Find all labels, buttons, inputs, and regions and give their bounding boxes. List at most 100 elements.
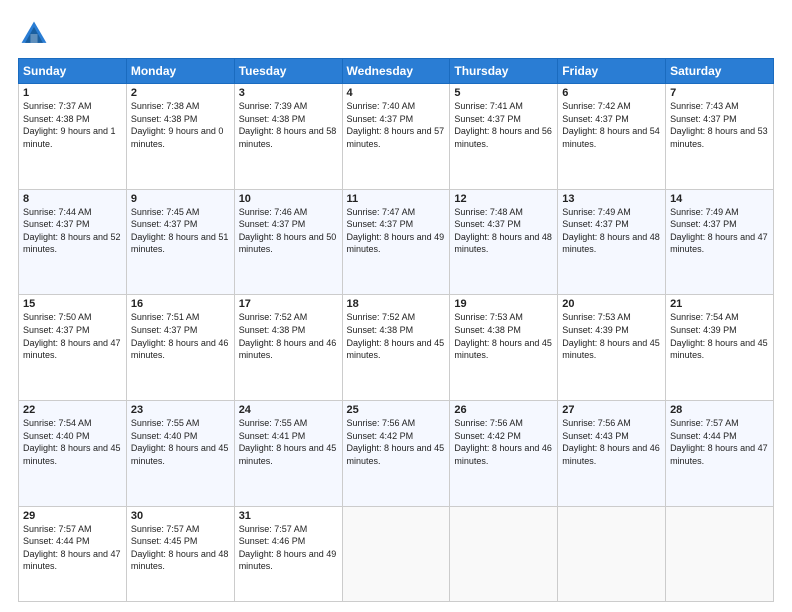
day-number: 30 <box>131 510 230 522</box>
calendar-cell: 9Sunrise: 7:45 AMSunset: 4:37 PMDaylight… <box>126 189 234 295</box>
day-info: Sunrise: 7:56 AMSunset: 4:43 PMDaylight:… <box>562 417 661 467</box>
day-info: Sunrise: 7:57 AMSunset: 4:44 PMDaylight:… <box>23 523 122 573</box>
calendar-cell: 22Sunrise: 7:54 AMSunset: 4:40 PMDayligh… <box>19 400 127 506</box>
calendar-cell: 5Sunrise: 7:41 AMSunset: 4:37 PMDaylight… <box>450 84 558 190</box>
day-number: 4 <box>347 87 446 99</box>
day-number: 12 <box>454 193 553 205</box>
calendar-cell: 11Sunrise: 7:47 AMSunset: 4:37 PMDayligh… <box>342 189 450 295</box>
day-number: 3 <box>239 87 338 99</box>
day-info: Sunrise: 7:46 AMSunset: 4:37 PMDaylight:… <box>239 206 338 256</box>
day-number: 8 <box>23 193 122 205</box>
calendar-cell: 17Sunrise: 7:52 AMSunset: 4:38 PMDayligh… <box>234 295 342 401</box>
calendar-cell: 28Sunrise: 7:57 AMSunset: 4:44 PMDayligh… <box>666 400 774 506</box>
header <box>18 18 774 50</box>
calendar-header-thursday: Thursday <box>450 59 558 84</box>
day-number: 28 <box>670 404 769 416</box>
day-info: Sunrise: 7:40 AMSunset: 4:37 PMDaylight:… <box>347 100 446 150</box>
day-number: 15 <box>23 298 122 310</box>
day-number: 17 <box>239 298 338 310</box>
day-info: Sunrise: 7:44 AMSunset: 4:37 PMDaylight:… <box>23 206 122 256</box>
day-number: 9 <box>131 193 230 205</box>
day-info: Sunrise: 7:55 AMSunset: 4:40 PMDaylight:… <box>131 417 230 467</box>
day-info: Sunrise: 7:57 AMSunset: 4:44 PMDaylight:… <box>670 417 769 467</box>
calendar-cell: 31Sunrise: 7:57 AMSunset: 4:46 PMDayligh… <box>234 506 342 601</box>
day-info: Sunrise: 7:41 AMSunset: 4:37 PMDaylight:… <box>454 100 553 150</box>
calendar-cell: 21Sunrise: 7:54 AMSunset: 4:39 PMDayligh… <box>666 295 774 401</box>
day-info: Sunrise: 7:48 AMSunset: 4:37 PMDaylight:… <box>454 206 553 256</box>
day-number: 18 <box>347 298 446 310</box>
calendar-cell: 20Sunrise: 7:53 AMSunset: 4:39 PMDayligh… <box>558 295 666 401</box>
calendar-cell: 8Sunrise: 7:44 AMSunset: 4:37 PMDaylight… <box>19 189 127 295</box>
calendar-cell <box>666 506 774 601</box>
day-info: Sunrise: 7:57 AMSunset: 4:45 PMDaylight:… <box>131 523 230 573</box>
calendar-cell: 19Sunrise: 7:53 AMSunset: 4:38 PMDayligh… <box>450 295 558 401</box>
calendar-cell: 7Sunrise: 7:43 AMSunset: 4:37 PMDaylight… <box>666 84 774 190</box>
calendar-cell: 4Sunrise: 7:40 AMSunset: 4:37 PMDaylight… <box>342 84 450 190</box>
day-number: 23 <box>131 404 230 416</box>
day-info: Sunrise: 7:47 AMSunset: 4:37 PMDaylight:… <box>347 206 446 256</box>
calendar-page: SundayMondayTuesdayWednesdayThursdayFrid… <box>0 0 792 612</box>
day-info: Sunrise: 7:39 AMSunset: 4:38 PMDaylight:… <box>239 100 338 150</box>
day-info: Sunrise: 7:52 AMSunset: 4:38 PMDaylight:… <box>239 311 338 361</box>
calendar-cell: 6Sunrise: 7:42 AMSunset: 4:37 PMDaylight… <box>558 84 666 190</box>
day-info: Sunrise: 7:45 AMSunset: 4:37 PMDaylight:… <box>131 206 230 256</box>
calendar-header-monday: Monday <box>126 59 234 84</box>
calendar-cell <box>450 506 558 601</box>
day-info: Sunrise: 7:53 AMSunset: 4:39 PMDaylight:… <box>562 311 661 361</box>
logo <box>18 18 54 50</box>
day-info: Sunrise: 7:42 AMSunset: 4:37 PMDaylight:… <box>562 100 661 150</box>
day-number: 26 <box>454 404 553 416</box>
day-info: Sunrise: 7:56 AMSunset: 4:42 PMDaylight:… <box>454 417 553 467</box>
day-info: Sunrise: 7:53 AMSunset: 4:38 PMDaylight:… <box>454 311 553 361</box>
calendar-cell: 27Sunrise: 7:56 AMSunset: 4:43 PMDayligh… <box>558 400 666 506</box>
calendar-cell <box>342 506 450 601</box>
calendar-cell: 12Sunrise: 7:48 AMSunset: 4:37 PMDayligh… <box>450 189 558 295</box>
day-info: Sunrise: 7:51 AMSunset: 4:37 PMDaylight:… <box>131 311 230 361</box>
day-info: Sunrise: 7:56 AMSunset: 4:42 PMDaylight:… <box>347 417 446 467</box>
calendar-cell: 29Sunrise: 7:57 AMSunset: 4:44 PMDayligh… <box>19 506 127 601</box>
calendar-header-friday: Friday <box>558 59 666 84</box>
day-number: 7 <box>670 87 769 99</box>
day-info: Sunrise: 7:54 AMSunset: 4:39 PMDaylight:… <box>670 311 769 361</box>
calendar-cell: 26Sunrise: 7:56 AMSunset: 4:42 PMDayligh… <box>450 400 558 506</box>
calendar-table: SundayMondayTuesdayWednesdayThursdayFrid… <box>18 58 774 602</box>
day-number: 20 <box>562 298 661 310</box>
calendar-cell: 15Sunrise: 7:50 AMSunset: 4:37 PMDayligh… <box>19 295 127 401</box>
day-number: 16 <box>131 298 230 310</box>
calendar-cell <box>558 506 666 601</box>
logo-icon <box>18 18 50 50</box>
day-info: Sunrise: 7:55 AMSunset: 4:41 PMDaylight:… <box>239 417 338 467</box>
calendar-week-5: 29Sunrise: 7:57 AMSunset: 4:44 PMDayligh… <box>19 506 774 601</box>
day-number: 27 <box>562 404 661 416</box>
calendar-cell: 10Sunrise: 7:46 AMSunset: 4:37 PMDayligh… <box>234 189 342 295</box>
day-info: Sunrise: 7:57 AMSunset: 4:46 PMDaylight:… <box>239 523 338 573</box>
day-number: 21 <box>670 298 769 310</box>
calendar-week-4: 22Sunrise: 7:54 AMSunset: 4:40 PMDayligh… <box>19 400 774 506</box>
day-number: 11 <box>347 193 446 205</box>
calendar-header-row: SundayMondayTuesdayWednesdayThursdayFrid… <box>19 59 774 84</box>
day-info: Sunrise: 7:54 AMSunset: 4:40 PMDaylight:… <box>23 417 122 467</box>
calendar-cell: 13Sunrise: 7:49 AMSunset: 4:37 PMDayligh… <box>558 189 666 295</box>
calendar-cell: 24Sunrise: 7:55 AMSunset: 4:41 PMDayligh… <box>234 400 342 506</box>
day-number: 5 <box>454 87 553 99</box>
day-number: 22 <box>23 404 122 416</box>
calendar-header-saturday: Saturday <box>666 59 774 84</box>
day-number: 10 <box>239 193 338 205</box>
day-number: 13 <box>562 193 661 205</box>
day-number: 24 <box>239 404 338 416</box>
calendar-cell: 25Sunrise: 7:56 AMSunset: 4:42 PMDayligh… <box>342 400 450 506</box>
day-number: 19 <box>454 298 553 310</box>
day-info: Sunrise: 7:49 AMSunset: 4:37 PMDaylight:… <box>562 206 661 256</box>
day-number: 14 <box>670 193 769 205</box>
day-info: Sunrise: 7:49 AMSunset: 4:37 PMDaylight:… <box>670 206 769 256</box>
calendar-week-3: 15Sunrise: 7:50 AMSunset: 4:37 PMDayligh… <box>19 295 774 401</box>
day-info: Sunrise: 7:52 AMSunset: 4:38 PMDaylight:… <box>347 311 446 361</box>
calendar-cell: 1Sunrise: 7:37 AMSunset: 4:38 PMDaylight… <box>19 84 127 190</box>
day-info: Sunrise: 7:38 AMSunset: 4:38 PMDaylight:… <box>131 100 230 150</box>
calendar-week-1: 1Sunrise: 7:37 AMSunset: 4:38 PMDaylight… <box>19 84 774 190</box>
calendar-cell: 14Sunrise: 7:49 AMSunset: 4:37 PMDayligh… <box>666 189 774 295</box>
calendar-cell: 3Sunrise: 7:39 AMSunset: 4:38 PMDaylight… <box>234 84 342 190</box>
day-info: Sunrise: 7:43 AMSunset: 4:37 PMDaylight:… <box>670 100 769 150</box>
calendar-cell: 2Sunrise: 7:38 AMSunset: 4:38 PMDaylight… <box>126 84 234 190</box>
calendar-cell: 18Sunrise: 7:52 AMSunset: 4:38 PMDayligh… <box>342 295 450 401</box>
